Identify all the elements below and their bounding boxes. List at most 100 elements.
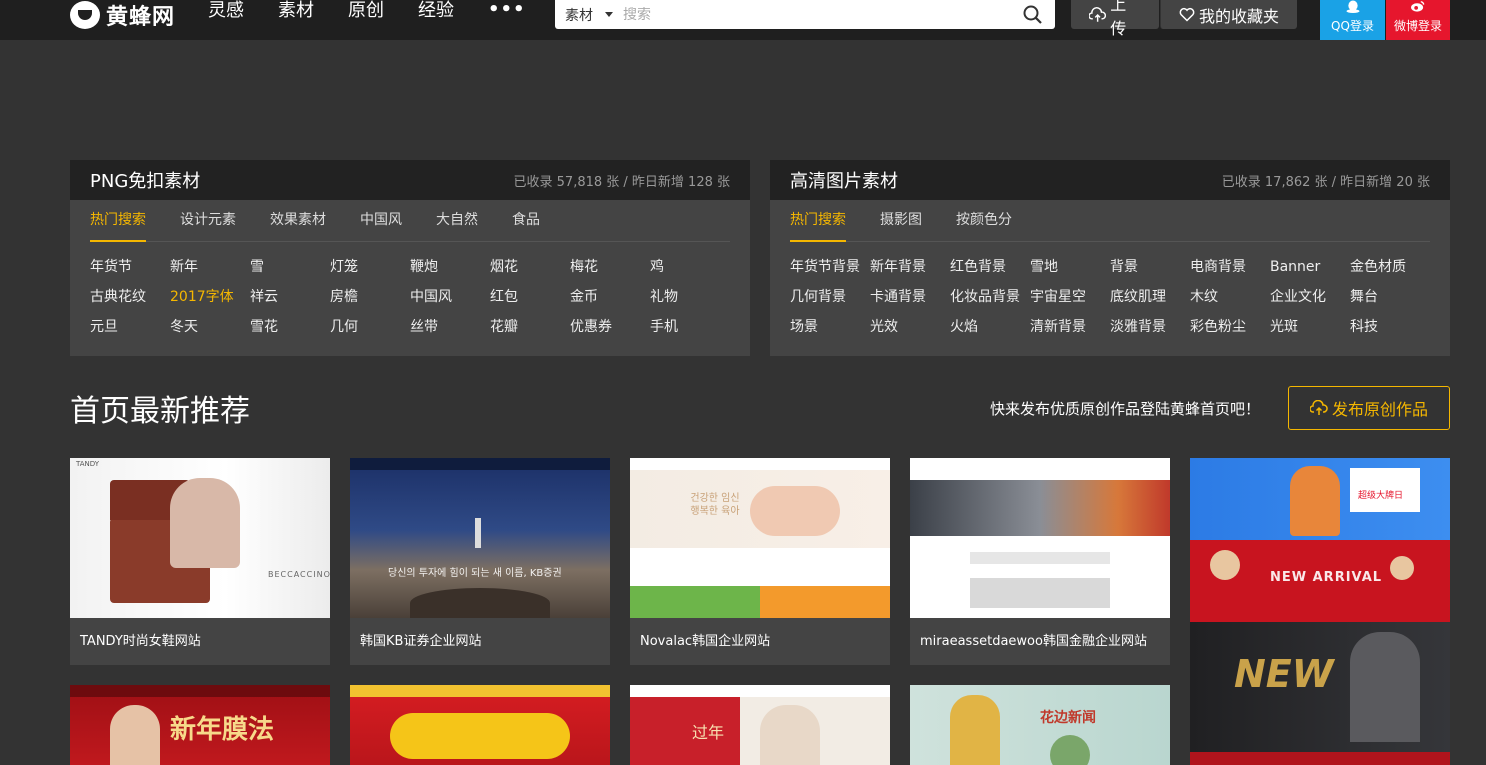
qq-login-button[interactable]: QQ登录: [1320, 0, 1385, 40]
keyword-link[interactable]: 木纹: [1190, 286, 1270, 316]
keyword-link[interactable]: 年货节背景: [790, 256, 870, 286]
keyword-link[interactable]: 电商背景: [1190, 256, 1270, 286]
keyword-link[interactable]: 优惠券: [570, 316, 650, 346]
keyword-link[interactable]: 雪地: [1030, 256, 1110, 286]
keyword-link[interactable]: 几何背景: [790, 286, 870, 316]
tab-effect-materials[interactable]: 效果素材: [270, 200, 326, 241]
keyword-link[interactable]: 底纹肌理: [1110, 286, 1190, 316]
card-thumbnail[interactable]: 당신의 투자에 힘이 되는 새 이름, KB증권: [350, 458, 610, 618]
favorites-label: 我的收藏夹: [1199, 6, 1280, 26]
publish-original-button[interactable]: 发布原创作品: [1288, 386, 1450, 430]
keyword-link[interactable]: Banner: [1270, 256, 1350, 286]
panel-title[interactable]: PNG免扣素材: [90, 167, 200, 193]
card-caption[interactable]: 韩国KB证券企业网站: [350, 618, 610, 665]
keyword-link[interactable]: 企业文化: [1270, 286, 1350, 316]
keyword-link[interactable]: 房檐: [330, 286, 410, 316]
tab-photography[interactable]: 摄影图: [880, 200, 922, 241]
panel-header: PNG免扣素材 已收录 57,818 张 / 昨日新增 128 张: [70, 160, 750, 200]
search-type-value: 素材: [565, 7, 593, 24]
card-thumbnail[interactable]: [910, 458, 1170, 618]
keyword-link[interactable]: 冬天: [170, 316, 250, 346]
keyword-link[interactable]: 花瓣: [490, 316, 570, 346]
card-thumbnail[interactable]: TANDY BECCACCINO: [70, 458, 330, 618]
model-image: [1290, 466, 1340, 536]
work-card[interactable]: TANDY BECCACCINO TANDY时尚女鞋网站: [70, 458, 330, 665]
keyword-link[interactable]: 雪花: [250, 316, 330, 346]
keyword-link[interactable]: 雪: [250, 256, 330, 286]
keyword-link[interactable]: 鞭炮: [410, 256, 490, 286]
keyword-link[interactable]: 手机: [650, 316, 730, 346]
nav-item-experience[interactable]: 经验: [418, 0, 454, 24]
keyword-link[interactable]: 金色材质: [1350, 256, 1430, 286]
cloud-upload-icon: [1309, 400, 1328, 415]
keyword-link[interactable]: 丝带: [410, 316, 490, 346]
card-caption[interactable]: Novalac韩国企业网站: [630, 618, 890, 665]
keyword-link[interactable]: 金币: [570, 286, 650, 316]
more-menu-button[interactable]: •••: [488, 0, 526, 24]
tab-design-elements[interactable]: 设计元素: [180, 200, 236, 241]
keyword-link[interactable]: 新年背景: [870, 256, 950, 286]
keyword-link[interactable]: 灯笼: [330, 256, 410, 286]
tab-chinese-style[interactable]: 中国风: [360, 200, 402, 241]
model-image: [170, 478, 240, 568]
keyword-link[interactable]: 宇宙星空: [1030, 286, 1110, 316]
keyword-link[interactable]: 背景: [1110, 256, 1190, 286]
keyword-link[interactable]: 中国风: [410, 286, 490, 316]
keyword-link[interactable]: 光效: [870, 316, 950, 346]
panel-title[interactable]: 高清图片素材: [790, 167, 898, 193]
logo-text: 黄蜂网: [106, 5, 176, 30]
keyword-link[interactable]: 古典花纹: [90, 286, 170, 316]
keyword-link[interactable]: 舞台: [1350, 286, 1430, 316]
tab-by-color[interactable]: 按颜色分: [956, 200, 1012, 241]
work-card[interactable]: 건강한 임신 행복한 육아 Novalac韩国企业网站: [630, 458, 890, 665]
keyword-link[interactable]: 清新背景: [1030, 316, 1110, 346]
keyword-link[interactable]: 元旦: [90, 316, 170, 346]
search-input[interactable]: [623, 6, 1011, 23]
keyword-link[interactable]: 光斑: [1270, 316, 1350, 346]
upload-button[interactable]: 上传: [1071, 0, 1159, 38]
keyword-link[interactable]: 2017字体: [170, 286, 250, 316]
keyword-link[interactable]: 鸡: [650, 256, 730, 286]
keyword-link[interactable]: 红色背景: [950, 256, 1030, 286]
bee-logo-icon: [70, 1, 100, 29]
keyword-link[interactable]: 梅花: [570, 256, 650, 286]
favorites-button[interactable]: 我的收藏夹: [1160, 0, 1297, 29]
keyword-link[interactable]: 几何: [330, 316, 410, 346]
tab-food[interactable]: 食品: [512, 200, 540, 241]
tall-work-card[interactable]: 超级大牌日 NEW ARRIVAL NEW: [1190, 458, 1450, 765]
keyword-link[interactable]: 烟花: [490, 256, 570, 286]
keyword-link[interactable]: 红包: [490, 286, 570, 316]
nav-item-materials[interactable]: 素材: [278, 0, 314, 24]
weibo-login-button[interactable]: 微博登录: [1386, 0, 1450, 40]
work-card[interactable]: [350, 685, 610, 765]
nav-item-original[interactable]: 原创: [348, 0, 384, 24]
keyword-link[interactable]: 卡通背景: [870, 286, 950, 316]
keyword-link[interactable]: 年货节: [90, 256, 170, 286]
work-card[interactable]: 过年: [630, 685, 890, 765]
card-thumbnail[interactable]: 건강한 임신 행복한 육아: [630, 458, 890, 618]
keyword-link[interactable]: 新年: [170, 256, 250, 286]
work-card[interactable]: miraeassetdaewoo韩国金融企业网站: [910, 458, 1170, 665]
tab-hot-search[interactable]: 热门搜索: [790, 200, 846, 242]
search-button[interactable]: [1011, 0, 1055, 29]
keyword-link[interactable]: 科技: [1350, 316, 1430, 346]
tab-hot-search[interactable]: 热门搜索: [90, 200, 146, 242]
keyword-link[interactable]: 彩色粉尘: [1190, 316, 1270, 346]
keyword-link[interactable]: 礼物: [650, 286, 730, 316]
thumb-text: NEW: [1234, 652, 1334, 696]
search-type-select[interactable]: 素材: [555, 5, 623, 25]
work-card[interactable]: 花边新闻: [910, 685, 1170, 765]
tab-nature[interactable]: 大自然: [436, 200, 478, 241]
nav-item-inspiration[interactable]: 灵感: [208, 0, 244, 24]
thumb-navbar: [350, 458, 610, 470]
work-card[interactable]: 新年膜法: [70, 685, 330, 765]
keyword-link[interactable]: 场景: [790, 316, 870, 346]
card-caption[interactable]: TANDY时尚女鞋网站: [70, 618, 330, 665]
keyword-link[interactable]: 祥云: [250, 286, 330, 316]
keyword-link[interactable]: 化妆品背景: [950, 286, 1030, 316]
logo[interactable]: 黄蜂网: [70, 0, 175, 30]
keyword-link[interactable]: 淡雅背景: [1110, 316, 1190, 346]
keyword-link[interactable]: 火焰: [950, 316, 1030, 346]
work-card[interactable]: 당신의 투자에 힘이 되는 새 이름, KB증권 韩国KB证券企业网站: [350, 458, 610, 665]
card-caption[interactable]: miraeassetdaewoo韩国金融企业网站: [910, 618, 1170, 665]
